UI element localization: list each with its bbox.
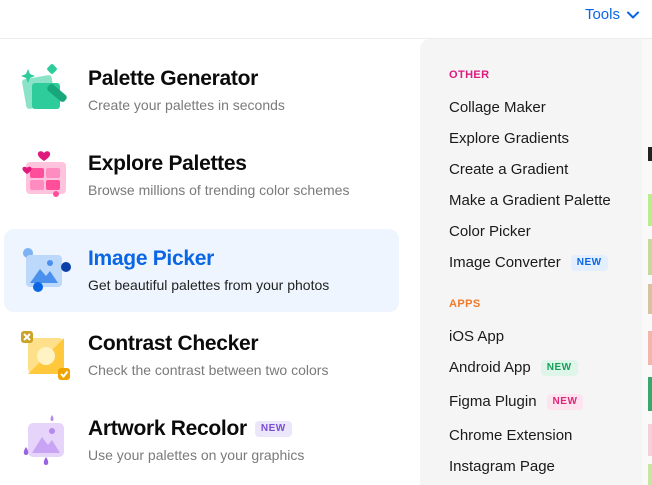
explore-palettes-icon xyxy=(22,151,66,197)
link-label: iOS App xyxy=(449,328,505,345)
link-label: Collage Maker xyxy=(449,99,546,116)
link-make-gradient-palette[interactable]: Make a Gradient Palette xyxy=(449,192,611,209)
artwork-recolor-icon xyxy=(23,415,64,465)
secondary-menu: OTHER Collage Maker Explore Gradients Cr… xyxy=(420,39,642,485)
edge-swatch xyxy=(648,239,652,275)
background-page-edge xyxy=(642,39,652,485)
new-badge: NEW xyxy=(546,393,584,410)
link-instagram-page[interactable]: Instagram Page xyxy=(449,458,555,475)
link-label: Create a Gradient xyxy=(449,161,569,178)
link-chrome-extension[interactable]: Chrome Extension xyxy=(449,427,572,444)
tool-title: Explore Palettes xyxy=(88,152,247,175)
link-collage-maker[interactable]: Collage Maker xyxy=(449,99,546,116)
tool-title: Image Picker xyxy=(88,247,214,270)
tools-dropdown-panel: Palette Generator Create your palettes i… xyxy=(0,38,652,485)
link-label: Android App xyxy=(449,359,531,376)
link-label: Figma Plugin xyxy=(449,393,537,410)
link-label: Color Picker xyxy=(449,223,531,240)
palette-generator-icon xyxy=(21,64,67,109)
tool-contrast-checker[interactable]: Contrast Checker Check the contrast betw… xyxy=(4,314,399,397)
tool-subtitle: Get beautiful palettes from your photos xyxy=(88,277,330,293)
link-label: Image Converter xyxy=(449,254,561,271)
link-label: Make a Gradient Palette xyxy=(449,192,611,209)
link-create-gradient[interactable]: Create a Gradient xyxy=(449,161,568,178)
new-badge: NEW xyxy=(254,421,292,437)
tool-palette-generator[interactable]: Palette Generator Create your palettes i… xyxy=(4,49,399,132)
link-label: Explore Gradients xyxy=(449,130,570,147)
edge-swatch xyxy=(648,424,652,456)
tool-title: Contrast Checker xyxy=(88,332,259,355)
tool-subtitle: Use your palettes on your graphics xyxy=(88,447,305,463)
link-label: Chrome Extension xyxy=(449,427,573,444)
tool-explore-palettes[interactable]: Explore Palettes Browse millions of tren… xyxy=(4,134,399,217)
tool-subtitle: Browse millions of trending color scheme… xyxy=(88,182,350,198)
link-image-converter[interactable]: Image Converter NEW xyxy=(449,254,608,271)
edge-swatch xyxy=(648,194,652,226)
tool-title: Palette Generator xyxy=(88,67,258,90)
edge-swatch xyxy=(648,147,652,161)
edge-swatch xyxy=(648,377,652,411)
link-label: Instagram Page xyxy=(449,458,555,475)
new-badge: NEW xyxy=(570,254,608,271)
link-color-picker[interactable]: Color Picker xyxy=(449,223,531,240)
tools-label: Tools xyxy=(584,6,620,23)
link-android-app[interactable]: Android App NEW xyxy=(449,359,578,376)
section-label-apps: APPS xyxy=(449,298,481,310)
edge-swatch xyxy=(648,331,652,365)
contrast-checker-icon xyxy=(21,331,70,380)
image-picker-icon xyxy=(23,248,71,292)
tool-artwork-recolor[interactable]: Artwork Recolor NEW Use your palettes on… xyxy=(4,399,399,482)
edge-swatch xyxy=(648,464,652,485)
section-label-other: OTHER xyxy=(449,69,490,81)
link-ios-app[interactable]: iOS App xyxy=(449,328,504,345)
edge-swatch xyxy=(648,284,652,314)
link-figma-plugin[interactable]: Figma Plugin NEW xyxy=(449,393,584,410)
link-explore-gradients[interactable]: Explore Gradients xyxy=(449,130,569,147)
tool-subtitle: Create your palettes in seconds xyxy=(88,97,285,113)
tools-list: Palette Generator Create your palettes i… xyxy=(0,39,420,485)
top-bar: Tools xyxy=(0,0,652,34)
tool-subtitle: Check the contrast between two colors xyxy=(88,362,329,378)
new-badge: NEW xyxy=(540,359,578,376)
chevron-down-icon xyxy=(627,11,639,18)
tool-title: Artwork Recolor xyxy=(88,417,247,440)
tools-menu-button[interactable]: Tools xyxy=(585,6,640,23)
tool-image-picker[interactable]: Image Picker Get beautiful palettes from… xyxy=(4,229,399,312)
